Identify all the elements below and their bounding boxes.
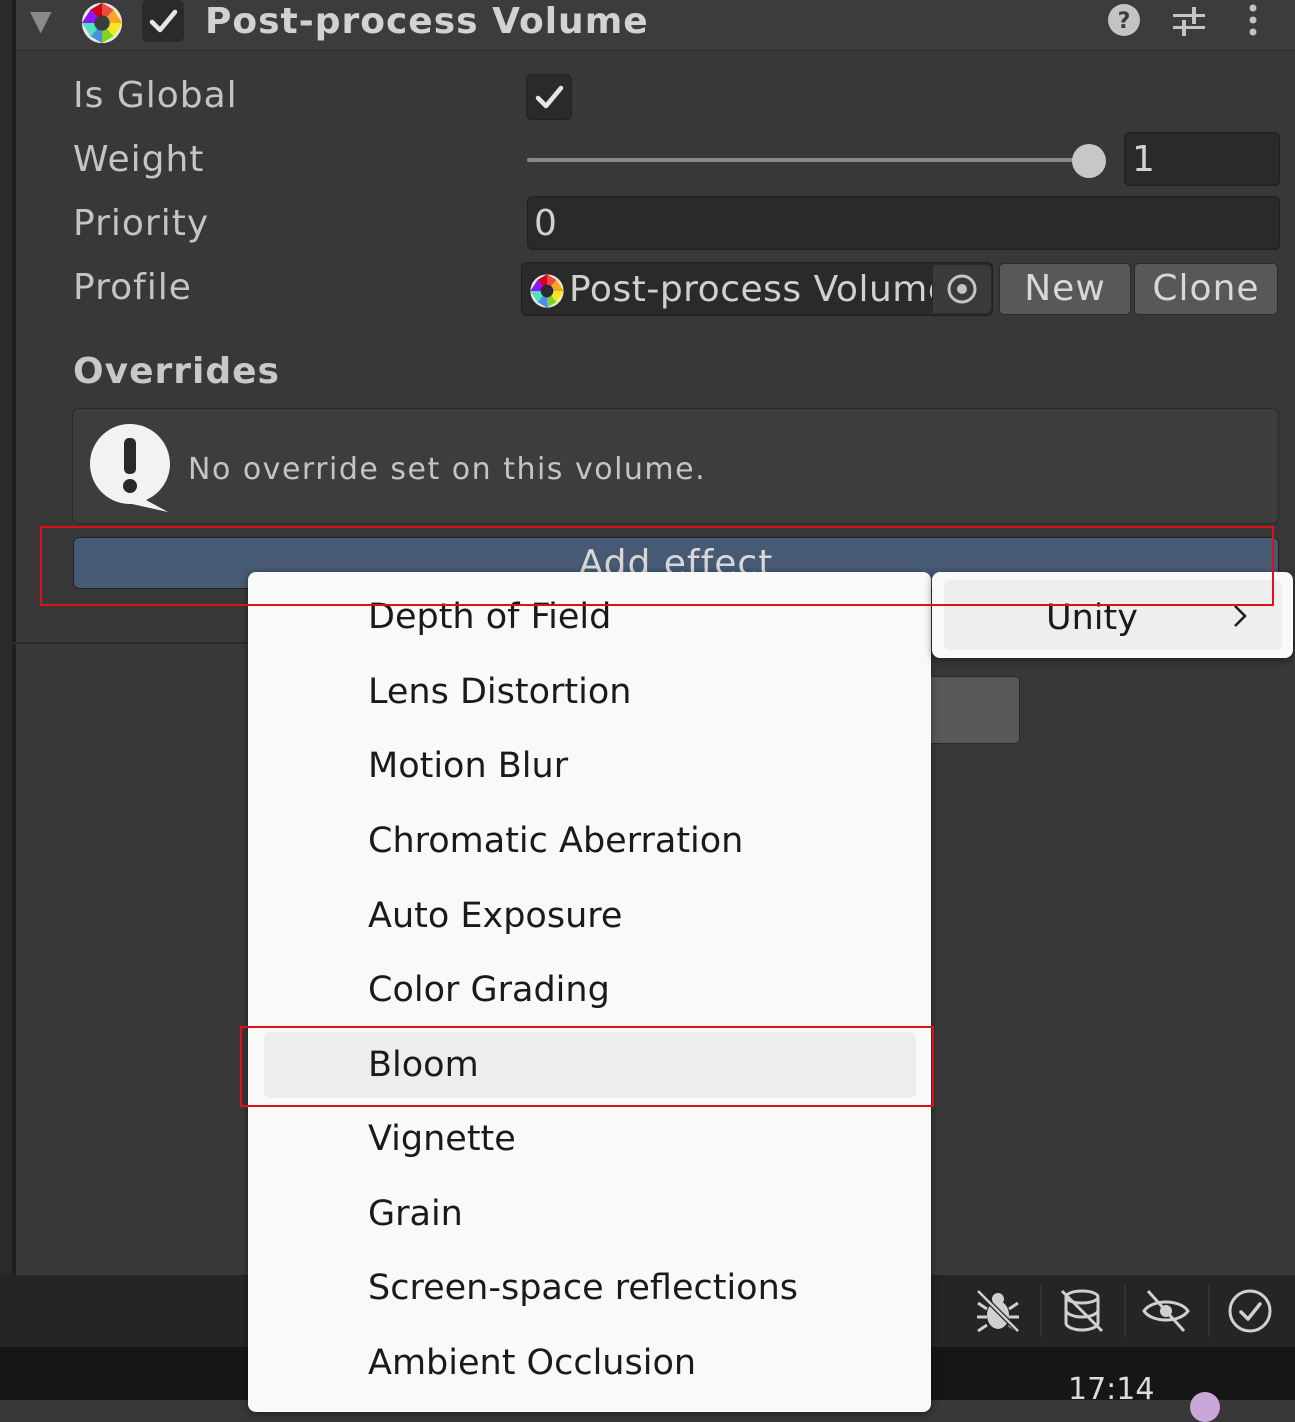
database-icon[interactable] [1056, 1285, 1108, 1337]
menu-item-color-grading[interactable]: Color Grading [368, 968, 610, 1012]
help-message: No override set on this volume. [188, 452, 707, 487]
foldout-arrow-icon[interactable]: ▼ [30, 4, 52, 37]
svg-text:?: ? [1118, 9, 1131, 34]
chevron-right-icon [1234, 605, 1247, 627]
menu-item-motion-blur[interactable]: Motion Blur [368, 744, 568, 788]
component-enabled-checkbox[interactable] [142, 0, 184, 42]
overrides-heading: Overrides [73, 351, 280, 392]
menu-item-screen-space-reflections[interactable]: Screen-space reflections [368, 1266, 798, 1310]
check-circle-icon[interactable] [1224, 1285, 1276, 1337]
status-divider [1124, 1285, 1126, 1337]
clone-profile-button[interactable]: Clone [1134, 263, 1278, 315]
checkmark-icon [149, 9, 178, 33]
new-profile-button[interactable]: New [999, 263, 1131, 315]
more-options-icon[interactable] [1238, 2, 1268, 40]
component-title: Post-process Volume [205, 1, 649, 42]
user-avatar[interactable] [1190, 1392, 1220, 1422]
add-component-button[interactable] [920, 676, 1020, 744]
eye-icon[interactable] [1140, 1285, 1192, 1337]
status-divider [1208, 1285, 1210, 1337]
profile-value: Post-process Volume Profile [569, 269, 932, 310]
window-frame [0, 0, 12, 1275]
presets-sliders-icon[interactable] [1170, 2, 1208, 40]
object-picker-button[interactable] [933, 265, 991, 313]
weight-slider-fill [527, 158, 1089, 162]
menu-item-grain[interactable]: Grain [368, 1192, 463, 1236]
profile-label: Profile [73, 267, 192, 308]
bug-icon[interactable] [972, 1285, 1024, 1337]
highlight-box-add-effect [40, 526, 1274, 606]
object-picker-icon [947, 274, 977, 304]
weight-value: 1 [1132, 139, 1155, 180]
is-global-checkbox[interactable] [526, 74, 572, 120]
help-icon[interactable]: ? [1106, 2, 1142, 38]
window-frame-edge [12, 0, 16, 1275]
is-global-label: Is Global [73, 75, 238, 116]
priority-input[interactable] [527, 196, 1280, 250]
status-divider [1040, 1285, 1042, 1337]
profile-asset-icon [530, 274, 564, 308]
highlight-box-bloom [240, 1026, 934, 1107]
clock-time: 17:14 [1068, 1372, 1155, 1407]
menu-item-ambient-occlusion[interactable]: Ambient Occlusion [368, 1341, 696, 1385]
menu-item-lens-distortion[interactable]: Lens Distortion [368, 670, 631, 714]
priority-label: Priority [73, 203, 210, 244]
menu-item-auto-exposure[interactable]: Auto Exposure [368, 894, 622, 938]
menu-item-chromatic-aberration[interactable]: Chromatic Aberration [368, 819, 743, 863]
menu-item-vignette[interactable]: Vignette [368, 1117, 516, 1161]
priority-value: 0 [534, 203, 557, 244]
checkmark-icon [535, 85, 564, 109]
weight-slider-thumb[interactable] [1072, 144, 1106, 178]
weight-label: Weight [73, 139, 205, 180]
info-warning-icon [90, 424, 170, 512]
post-process-icon [81, 2, 123, 44]
